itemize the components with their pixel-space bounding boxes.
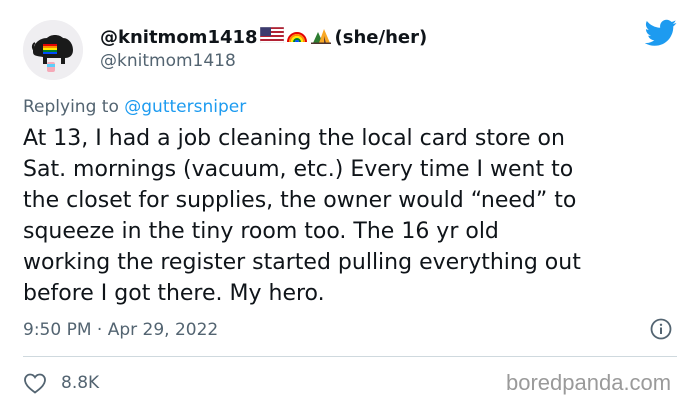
bison-avatar-icon (23, 20, 83, 80)
tweet-timestamp[interactable]: 9:50 PM · Apr 29, 2022 (23, 320, 218, 340)
divider (23, 356, 677, 357)
tweet-text-line: before I got there. My hero. (23, 281, 325, 306)
tweet-text-line: working the register started pulling eve… (23, 250, 581, 275)
author-name-row[interactable]: @knitmom1418 (she/her) (100, 26, 427, 48)
twitter-bird-icon[interactable] (645, 19, 677, 47)
tweet-card: @knitmom1418 (she/her) @knitmom1418 Repl… (0, 0, 700, 410)
tweet-text-line: the closet for supplies, the owner would… (23, 188, 577, 213)
author-handle[interactable]: @knitmom1418 (100, 51, 236, 71)
heart-icon[interactable] (23, 372, 47, 394)
replying-to-label: Replying to (23, 97, 119, 117)
tweet-text-line: Sat. mornings (vacuum, etc.) Every time … (23, 157, 574, 182)
info-icon[interactable] (650, 318, 672, 340)
like-count: 8.8K (61, 373, 100, 393)
tweet-text: At 13, I had a job cleaning the local ca… (23, 123, 683, 309)
us-flag-icon (259, 26, 284, 47)
author-display-name[interactable]: @knitmom1418 (100, 27, 258, 48)
author-pronouns: (she/her) (334, 26, 428, 48)
tweet-text-line: squeeze in the tiny room too. The 16 yr … (23, 219, 499, 244)
replying-to-line: Replying to @guttersniper (23, 97, 246, 117)
camping-tent-icon (310, 26, 332, 48)
rainbow-icon (286, 27, 308, 47)
reply-handle-link[interactable]: @guttersniper (124, 97, 246, 117)
avatar[interactable] (23, 20, 83, 80)
boredpanda-watermark: boredpanda.com (506, 370, 672, 395)
tweet-text-line: At 13, I had a job cleaning the local ca… (23, 126, 565, 151)
like-button[interactable]: 8.8K (23, 372, 99, 394)
